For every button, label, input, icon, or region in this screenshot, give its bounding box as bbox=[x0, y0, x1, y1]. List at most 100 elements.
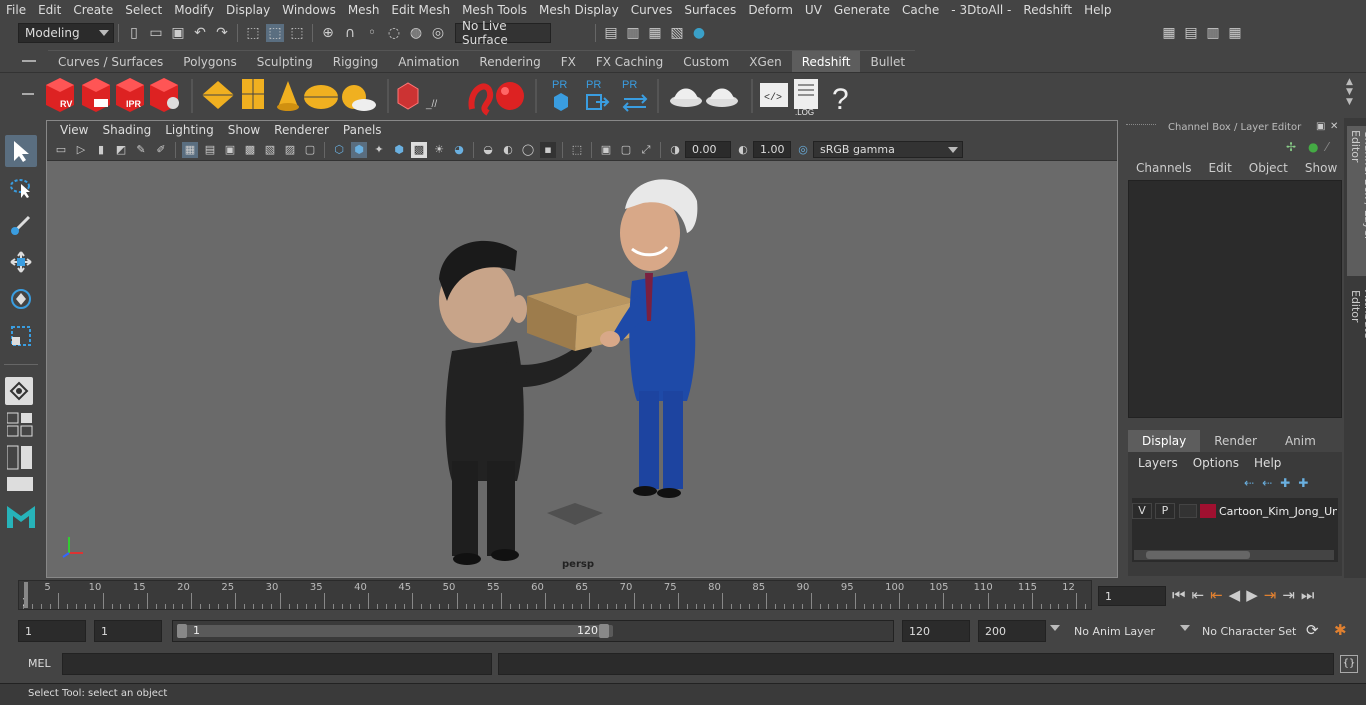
key-icon[interactable]: ● bbox=[1308, 140, 1318, 154]
menu-mesh-display[interactable]: Mesh Display bbox=[533, 3, 625, 17]
scrollbar-thumb[interactable] bbox=[1146, 551, 1250, 559]
light-portal-icon[interactable] bbox=[242, 79, 264, 109]
shelf-tab-rigging[interactable]: Rigging bbox=[322, 50, 389, 72]
undo-icon[interactable]: ↶ bbox=[191, 24, 209, 42]
gamma-icon[interactable]: ◐ bbox=[735, 142, 751, 158]
channel-menu-edit[interactable]: Edit bbox=[1209, 161, 1232, 175]
layer-scrollbar[interactable] bbox=[1134, 550, 1334, 560]
viewport-menu-renderer[interactable]: Renderer bbox=[267, 123, 336, 137]
panel-close-icon[interactable]: ✕ bbox=[1330, 121, 1338, 132]
camera-attributes-icon[interactable]: ▷ bbox=[73, 142, 89, 158]
menu-surfaces[interactable]: Surfaces bbox=[678, 3, 742, 17]
pr-swap-icon[interactable]: PR bbox=[622, 79, 648, 112]
paint-select-tool-icon[interactable] bbox=[5, 209, 37, 241]
menu-curves[interactable]: Curves bbox=[625, 3, 679, 17]
frame-selected-icon[interactable]: ▢ bbox=[618, 142, 634, 158]
side-tab-attribute-editor[interactable]: Attribute Editor bbox=[1347, 286, 1366, 376]
live-surface-field[interactable]: No Live Surface bbox=[455, 19, 551, 47]
snap-point-icon[interactable]: ◦ bbox=[363, 24, 381, 42]
render-options-icon[interactable] bbox=[150, 78, 179, 112]
viewport-menu-view[interactable]: View bbox=[53, 123, 95, 137]
menu-mesh[interactable]: Mesh bbox=[342, 3, 386, 17]
shelf-tab-fx-caching[interactable]: FX Caching bbox=[585, 50, 674, 72]
isolate-select-icon[interactable]: ⬚ bbox=[569, 142, 585, 158]
render-view-icon[interactable]: ▤ bbox=[602, 24, 620, 42]
bake-options-icon[interactable] bbox=[706, 88, 738, 108]
lasso-tool-icon[interactable] bbox=[5, 172, 37, 204]
layout-split-icon[interactable] bbox=[5, 443, 37, 471]
layer-name[interactable]: Cartoon_Kim_Jong_Un bbox=[1219, 505, 1337, 518]
hypershade-icon[interactable]: ● bbox=[690, 24, 708, 42]
step-forward-frame-icon[interactable]: ⇥ bbox=[1264, 586, 1277, 604]
play-backward-icon[interactable]: ◀ bbox=[1229, 586, 1241, 604]
animation-end-field[interactable]: 200 bbox=[978, 620, 1046, 642]
step-back-key-icon[interactable]: ⇤ bbox=[1192, 586, 1205, 604]
panel-float-icon[interactable]: ▣ bbox=[1316, 121, 1325, 132]
layer-row[interactable]: V P Cartoon_Kim_Jong_Un bbox=[1132, 502, 1338, 520]
log-icon[interactable]: .LOG bbox=[794, 79, 818, 117]
layer-menu-options[interactable]: Options bbox=[1193, 456, 1239, 470]
current-time-indicator[interactable] bbox=[24, 582, 28, 608]
proxy-icon[interactable]: _// bbox=[397, 82, 437, 110]
tool-settings-toggle-icon[interactable]: ▥ bbox=[1204, 24, 1222, 42]
go-to-end-icon[interactable]: ⏭ bbox=[1301, 586, 1315, 604]
safe-title-icon[interactable]: ▢ bbox=[302, 142, 318, 158]
channel-menu-object[interactable]: Object bbox=[1249, 161, 1288, 175]
sprite-icon[interactable] bbox=[496, 82, 524, 110]
panel-grip[interactable] bbox=[1126, 124, 1156, 126]
save-scene-icon[interactable]: ▣ bbox=[169, 24, 187, 42]
layout-quad-icon[interactable] bbox=[5, 410, 37, 438]
layer-color-swatch[interactable] bbox=[1200, 504, 1216, 518]
shelf-tab-sculpting[interactable]: Sculpting bbox=[246, 50, 323, 72]
menu-help[interactable]: Help bbox=[1078, 3, 1117, 17]
viewport-menu-show[interactable]: Show bbox=[221, 123, 267, 137]
depth-of-field-icon[interactable]: ▪ bbox=[540, 141, 556, 158]
menu-display[interactable]: Display bbox=[220, 3, 276, 17]
select-component-icon[interactable]: ⬚ bbox=[288, 24, 306, 42]
menu-file[interactable]: File bbox=[0, 3, 32, 17]
script-editor-icon[interactable]: </> bbox=[760, 83, 788, 107]
shelf-scroll[interactable]: ▲ ▼ ▼ bbox=[1346, 77, 1360, 107]
film-gate-icon[interactable]: ▤ bbox=[202, 142, 218, 158]
shelf-tab-animation[interactable]: Animation bbox=[388, 50, 470, 72]
shelf-tab-xgen[interactable]: XGen bbox=[739, 50, 792, 72]
scene-view[interactable]: persp bbox=[47, 161, 1117, 577]
bookmark-icon[interactable]: ▮ bbox=[93, 142, 109, 158]
anim-layer-select[interactable]: No Anim Layer bbox=[1068, 620, 1170, 642]
scale-tool-icon[interactable] bbox=[5, 320, 37, 352]
redo-icon[interactable]: ↷ bbox=[213, 24, 231, 42]
channel-menu-channels[interactable]: Channels bbox=[1136, 161, 1192, 175]
layer-tab-anim[interactable]: Anim bbox=[1271, 430, 1330, 452]
image-plane-icon[interactable]: ◩ bbox=[113, 142, 129, 158]
command-input[interactable] bbox=[62, 653, 492, 675]
shelf-tab-rendering[interactable]: Rendering bbox=[469, 50, 551, 72]
shelf-tab-custom[interactable]: Custom bbox=[673, 50, 740, 72]
pencil-icon[interactable]: ✐ bbox=[153, 142, 169, 158]
layer-tab-display[interactable]: Display bbox=[1128, 430, 1201, 452]
viewport-panel[interactable]: View Shading Lighting Show Renderer Panels ▭ … bbox=[46, 120, 1118, 578]
shelf-menu-icon[interactable] bbox=[22, 60, 36, 62]
snap-view-icon[interactable]: ◌ bbox=[385, 24, 403, 42]
animation-start-field[interactable]: 1 bbox=[18, 620, 86, 642]
channel-list[interactable] bbox=[1128, 180, 1342, 418]
viewport-menu-lighting[interactable]: Lighting bbox=[158, 123, 221, 137]
snap-curve-icon[interactable]: ∩ bbox=[341, 24, 359, 42]
shelf-tab-bullet[interactable]: Bullet bbox=[860, 50, 916, 72]
menu-generate[interactable]: Generate bbox=[828, 3, 896, 17]
menu-mesh-tools[interactable]: Mesh Tools bbox=[456, 3, 533, 17]
snap-surface-icon[interactable]: ◍ bbox=[407, 24, 425, 42]
new-empty-layer-icon[interactable]: ✚ bbox=[1280, 476, 1290, 490]
select-tool-icon[interactable] bbox=[5, 135, 37, 167]
color-management-icon[interactable]: ◎ bbox=[795, 142, 811, 158]
render-view-rv-icon[interactable]: RV bbox=[46, 78, 74, 112]
layer-menu-help[interactable]: Help bbox=[1254, 456, 1281, 470]
shelf-options-icon[interactable] bbox=[22, 93, 34, 95]
light-dome-icon[interactable] bbox=[304, 85, 338, 109]
resolution-gate-icon[interactable]: ▣ bbox=[222, 142, 238, 158]
attribute-editor-toggle-icon[interactable]: ▤ bbox=[1182, 24, 1200, 42]
ambient-occlusion-icon[interactable]: ◒ bbox=[480, 142, 496, 158]
menu-edit[interactable]: Edit bbox=[32, 3, 67, 17]
smooth-shade-icon[interactable]: ⬢ bbox=[351, 141, 367, 158]
anti-alias-icon[interactable]: ◯ bbox=[520, 142, 536, 158]
shelf-tab-fx[interactable]: FX bbox=[550, 50, 586, 72]
